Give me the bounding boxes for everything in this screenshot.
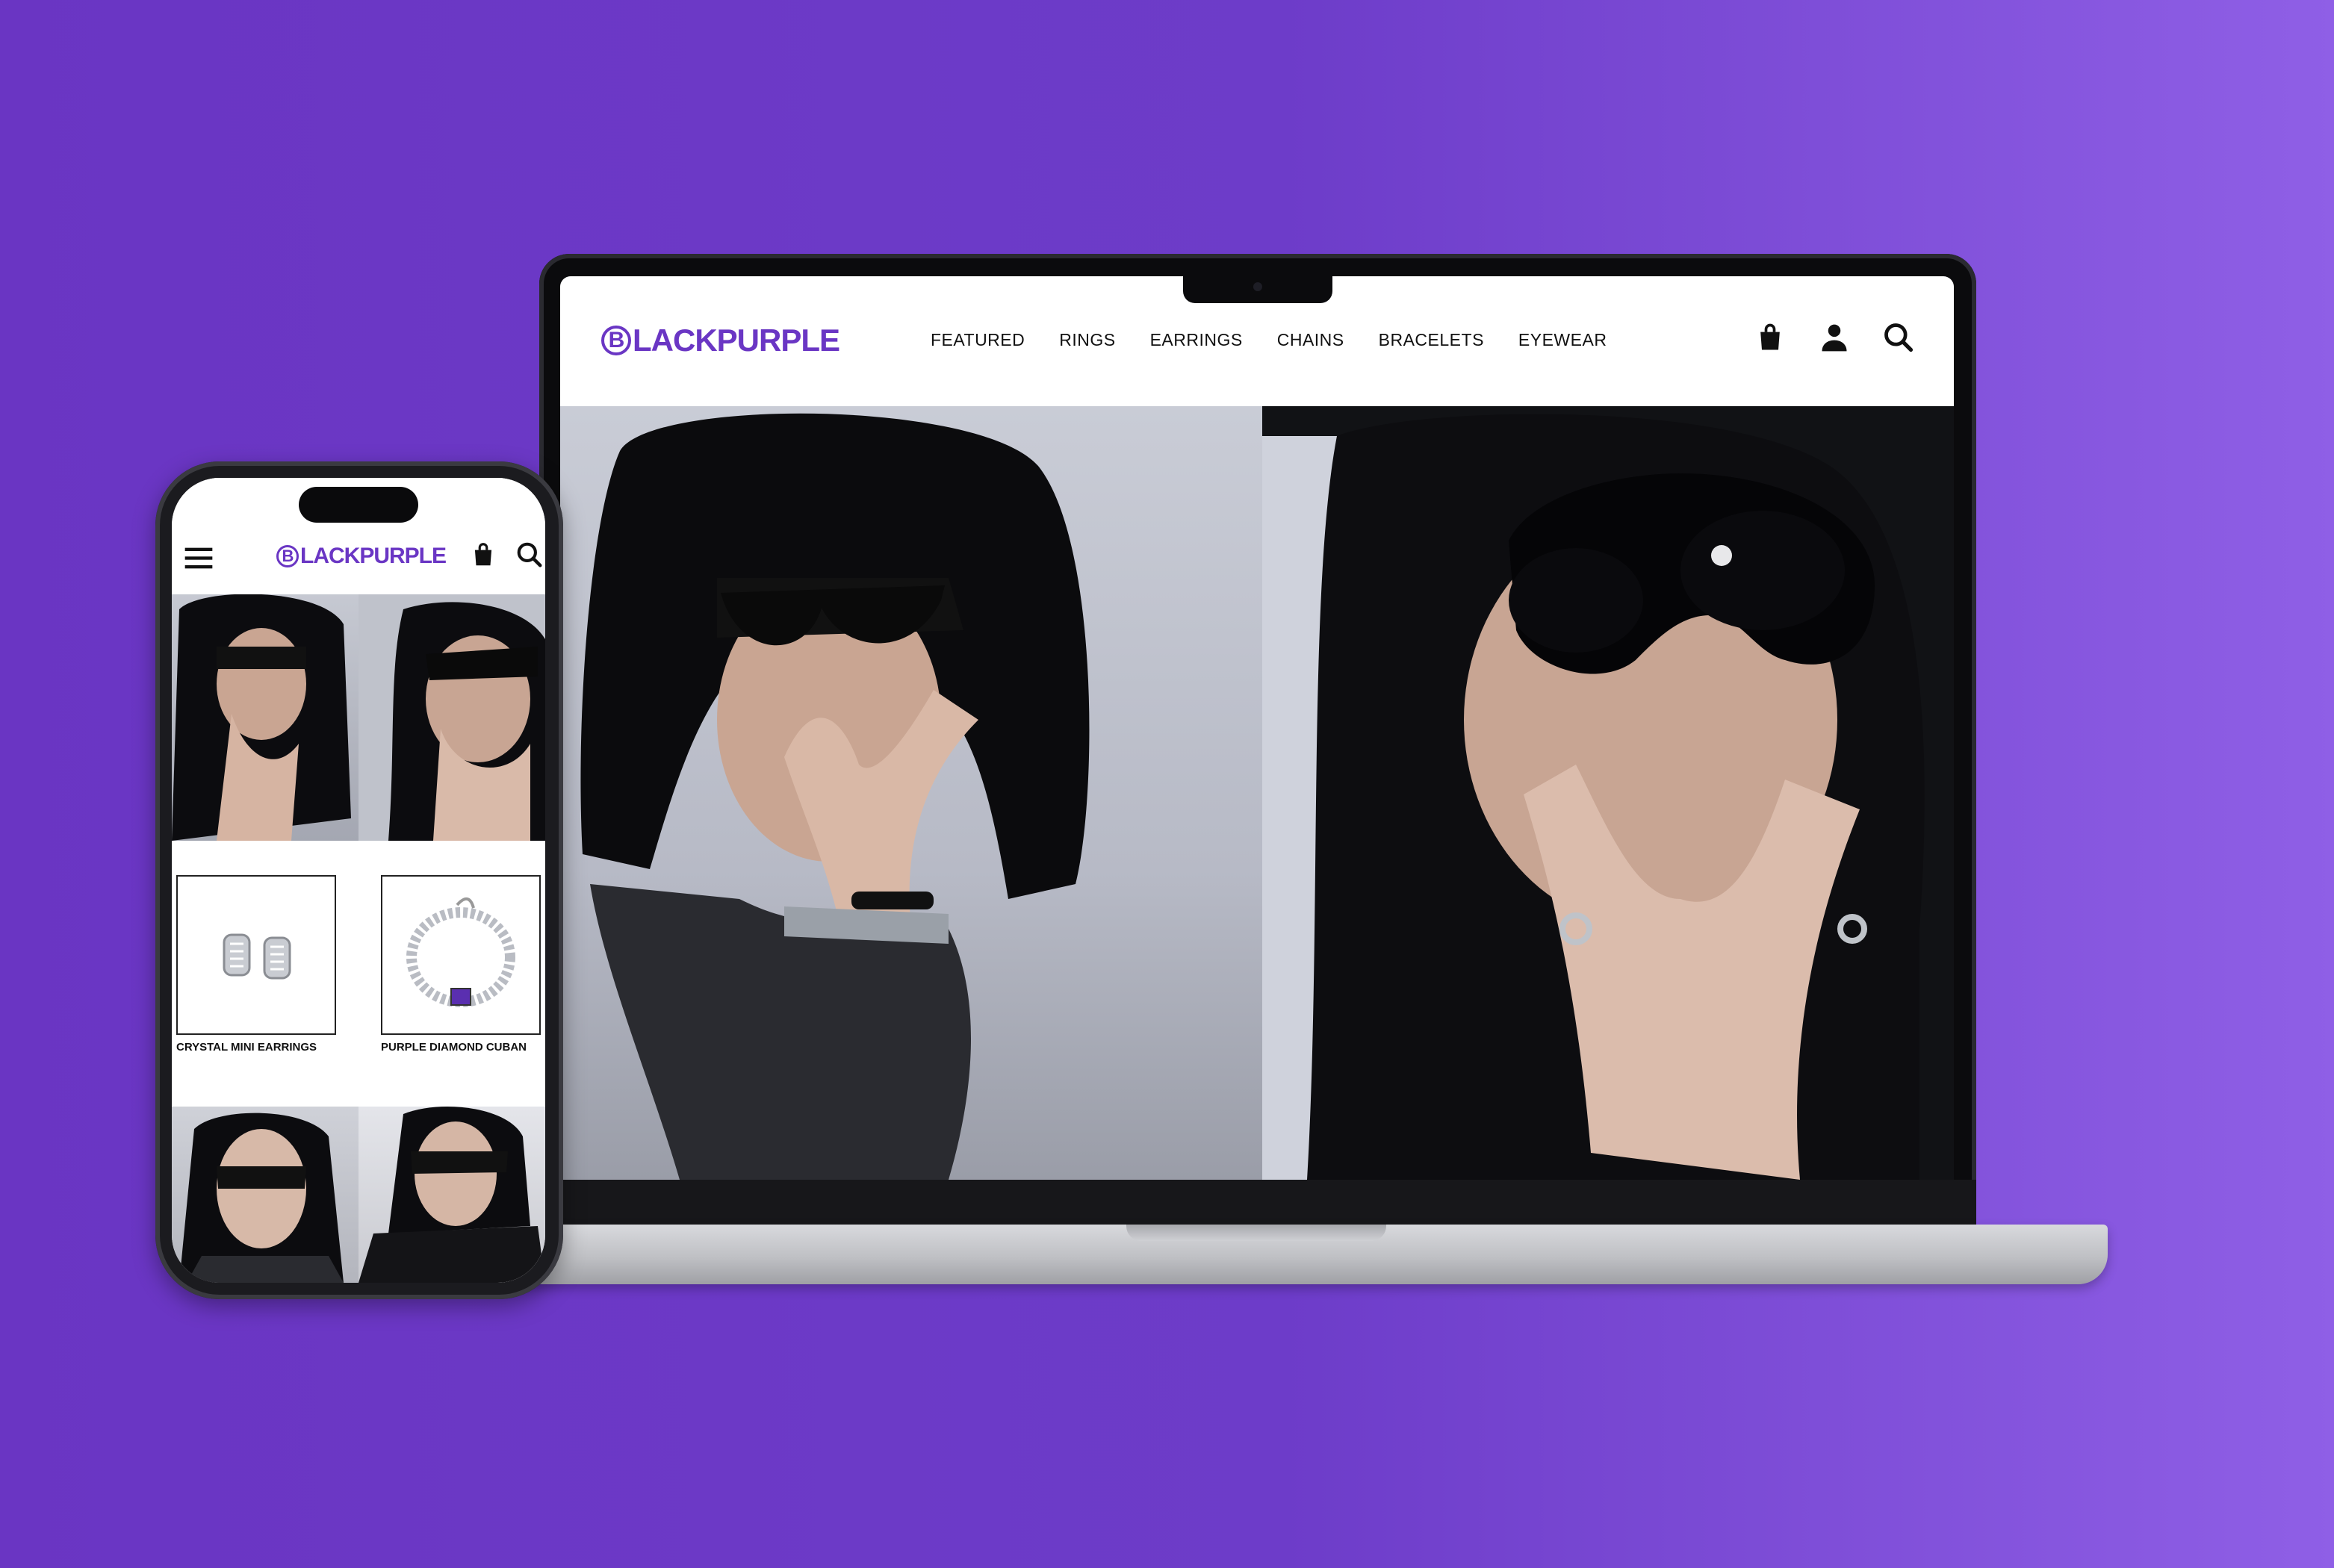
product-card[interactable]: CRYSTAL MINI EARRINGS [176, 875, 336, 1054]
laptop-screen: B LACKPURPLE FEATURED RINGS EARRINGS CHAI… [560, 276, 1954, 1180]
laptop-bezel-bottom [539, 1180, 1976, 1225]
nav-earrings[interactable]: EARRINGS [1150, 330, 1243, 350]
desktop-nav: FEATURED RINGS EARRINGS CHAINS BRACELETS… [931, 330, 1607, 350]
camera-icon [1253, 282, 1262, 291]
menu-icon[interactable] [184, 545, 214, 570]
desktop-header-icons [1754, 321, 1915, 354]
logo-text: LACKPURPLE [300, 544, 447, 568]
mobile-hero-left [172, 594, 359, 841]
mobile-secondary-right [359, 1107, 545, 1283]
hero-image-left [560, 406, 1262, 1180]
model-figure-left [580, 413, 1090, 1180]
laptop-base [478, 1225, 2108, 1284]
logo-badge: B [601, 326, 631, 355]
laptop-groove [1126, 1225, 1386, 1241]
desktop-logo[interactable]: B LACKPURPLE [601, 323, 840, 358]
mobile-header-icons [469, 541, 544, 569]
user-icon[interactable] [1818, 321, 1851, 354]
earrings-icon [223, 933, 291, 980]
product-card[interactable]: PURPLE DIAMOND CUBAN [381, 875, 541, 1054]
search-icon[interactable] [1882, 321, 1915, 354]
mobile-hero-image [172, 594, 545, 841]
nav-chains[interactable]: CHAINS [1277, 330, 1344, 350]
phone-screen: B LACKPURPLE CRYSTAL MINI EARRINGS PURPLE… [172, 478, 545, 1283]
logo-badge: B [276, 545, 299, 567]
nav-rings[interactable]: RINGS [1059, 330, 1115, 350]
product-name: CRYSTAL MINI EARRINGS [176, 1041, 317, 1054]
bracelet-icon [406, 897, 515, 1007]
mobile-secondary-left [172, 1107, 359, 1283]
nav-eyewear[interactable]: EYEWEAR [1518, 330, 1607, 350]
laptop-notch [1183, 273, 1332, 303]
nav-featured[interactable]: FEATURED [931, 330, 1025, 350]
nav-bracelets[interactable]: BRACELETS [1379, 330, 1484, 350]
product-image [381, 875, 541, 1035]
desktop-hero [560, 406, 1954, 1180]
hero-image-right [1262, 406, 1954, 1180]
shopping-bag-icon[interactable] [1754, 321, 1787, 354]
product-image [176, 875, 336, 1035]
shopping-bag-icon[interactable] [469, 541, 497, 569]
mobile-secondary-image [172, 1107, 545, 1283]
dynamic-island [299, 487, 418, 523]
mobile-hero-right [359, 594, 545, 841]
mobile-logo[interactable]: B LACKPURPLE [276, 544, 447, 569]
search-icon[interactable] [515, 541, 544, 569]
mobile-product-grid: CRYSTAL MINI EARRINGS PURPLE DIAMOND CUB… [172, 841, 545, 1107]
product-name: PURPLE DIAMOND CUBAN [381, 1041, 527, 1054]
logo-text: LACKPURPLE [633, 323, 840, 358]
model-figure-right [1262, 406, 1954, 1180]
